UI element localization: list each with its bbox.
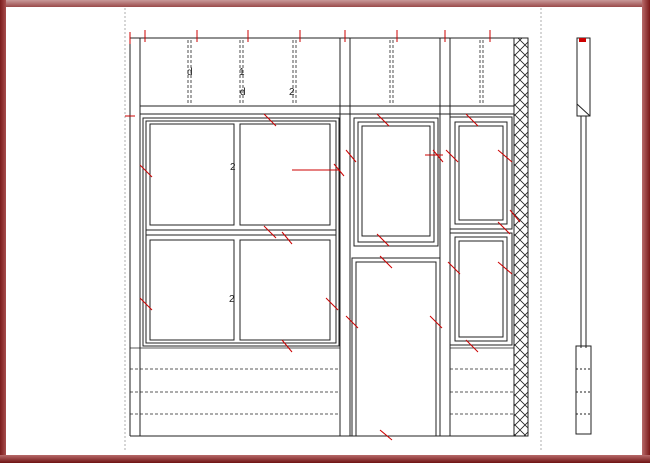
upper-left-pane — [149, 123, 235, 226]
panel-labels: d 1 d 2 2 2 — [187, 67, 295, 305]
upper-right-pane — [239, 123, 331, 226]
tag-label-b: 1 — [239, 67, 245, 78]
transom-studs — [187, 40, 484, 104]
upper-window-label: 2 — [230, 162, 236, 173]
lower-window-label: 2 — [229, 294, 235, 305]
right-window-units[interactable] — [449, 116, 513, 346]
center-window-unit[interactable] — [353, 117, 439, 247]
section-profile[interactable] — [575, 37, 592, 435]
left-window-unit[interactable] — [142, 117, 340, 347]
lower-left-pane — [149, 239, 235, 341]
hatched-edge-strip — [513, 37, 529, 437]
tag-label-c: d — [240, 87, 246, 98]
lower-right-pane — [239, 239, 331, 341]
transom-label: 2 — [289, 87, 295, 98]
lower-siding — [130, 347, 514, 415]
elevation-drawing-canvas[interactable]: d 1 d 2 2 2 — [0, 0, 650, 463]
tag-label-a: d — [187, 67, 193, 78]
center-door-unit[interactable] — [351, 257, 441, 437]
